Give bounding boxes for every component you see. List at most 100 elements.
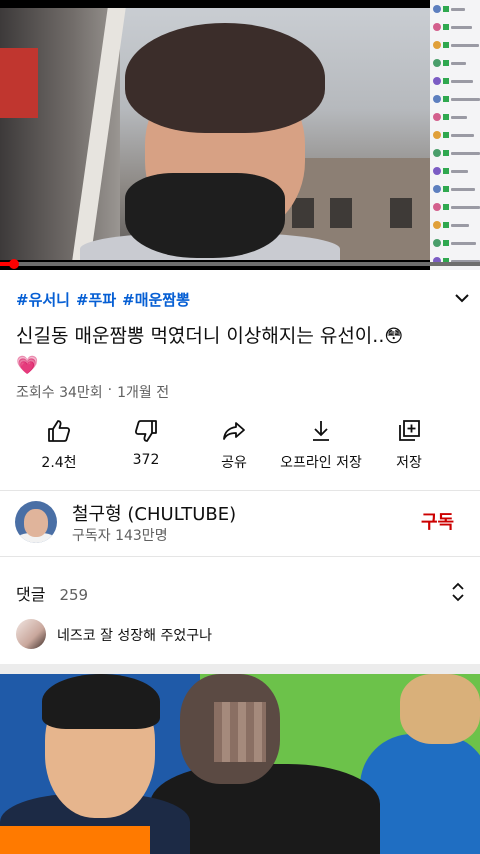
video-scene-window: [292, 198, 314, 228]
live-chat-overlay: [430, 0, 480, 270]
next-video-thumbnail[interactable]: [0, 674, 480, 854]
download-button[interactable]: 오프라인 저장: [273, 418, 369, 472]
chat-avatar: [433, 23, 441, 31]
chat-message: [430, 162, 480, 180]
flushed-face-emoji: 😳: [384, 326, 404, 347]
chat-badge: [443, 24, 449, 30]
chat-badge: [443, 132, 449, 138]
channel-avatar[interactable]: [15, 501, 57, 543]
thumbnail-person-head: [400, 674, 480, 744]
share-label: 공유: [221, 455, 247, 471]
save-playlist-icon: [399, 420, 420, 441]
chat-avatar: [433, 149, 441, 157]
chat-text: [451, 151, 480, 155]
video-scene-window: [330, 198, 352, 228]
unfold-icon[interactable]: [447, 581, 469, 603]
chat-message: [430, 72, 480, 90]
chat-avatar: [433, 239, 441, 247]
chat-message: [430, 90, 480, 108]
chat-text: [451, 61, 466, 65]
action-bar: 2.4천 372 공유 오프라인 저장 저장: [0, 418, 480, 478]
chat-text: [451, 187, 475, 191]
chat-message: [430, 0, 480, 18]
like-count: 2.4천: [41, 455, 77, 471]
video-title-text: 신길동 매운짬뽕 먹였더니 이상해지는 유선이..: [16, 325, 385, 347]
subscriber-count: 구독자 143만명: [72, 528, 168, 544]
progress-bar[interactable]: [0, 259, 480, 269]
divider: [0, 490, 480, 491]
comments-label: 댓글: [16, 585, 46, 604]
video-player[interactable]: [0, 0, 480, 270]
chat-text: [451, 223, 469, 227]
save-label: 저장: [396, 455, 422, 471]
chat-message: [430, 216, 480, 234]
chat-text: [451, 133, 474, 137]
chat-badge: [443, 150, 449, 156]
chat-avatar: [433, 203, 441, 211]
chat-text: [451, 241, 476, 245]
download-label: 오프라인 저장: [280, 455, 362, 471]
chat-avatar: [433, 5, 441, 13]
chat-text: [451, 169, 468, 173]
chat-badge: [443, 168, 449, 174]
chat-message: [430, 144, 480, 162]
chat-text: [451, 205, 480, 209]
view-count: 조회수 34만회: [16, 385, 103, 401]
chat-message: [430, 252, 480, 270]
chevron-down-icon: [455, 294, 469, 303]
download-icon: [313, 421, 329, 441]
thumbnail-caption-graphic: [0, 826, 150, 854]
chat-text: [451, 115, 467, 119]
chat-badge: [443, 6, 449, 12]
channel-name[interactable]: 철구형 (CHULTUBE): [72, 500, 236, 526]
chat-badge: [443, 60, 449, 66]
hashtag-link[interactable]: #매운짬뽕: [122, 289, 190, 310]
chat-badge: [443, 204, 449, 210]
chat-text: [451, 25, 472, 29]
video-scene-window: [390, 198, 412, 228]
chat-avatar: [433, 221, 441, 229]
commenter-avatar[interactable]: [16, 619, 46, 649]
progress-scrubber[interactable]: [9, 259, 20, 269]
chat-avatar: [433, 59, 441, 67]
chat-message: [430, 126, 480, 144]
thumbnail-blur-mosaic: [214, 702, 266, 762]
thumbnail-streamer-hair: [42, 674, 160, 729]
video-title: 신길동 매운짬뽕 먹였더니 이상해지는 유선이..😳 💗: [16, 322, 436, 380]
hashtag-link[interactable]: #유서니: [16, 289, 70, 310]
chat-text: [451, 43, 479, 47]
top-comment-text[interactable]: 네즈코 잘 성장해 주었구나: [57, 625, 212, 645]
chat-badge: [443, 240, 449, 246]
like-button[interactable]: 2.4천: [11, 418, 107, 472]
subscribe-button[interactable]: 구독: [421, 508, 454, 534]
thumb-down-icon: [134, 420, 157, 442]
divider: [0, 556, 480, 557]
thumb-up-icon: [48, 420, 71, 442]
chat-text: [451, 79, 473, 83]
chat-badge: [443, 42, 449, 48]
chat-avatar: [433, 167, 441, 175]
hashtag-link[interactable]: #푸파: [76, 289, 116, 310]
chat-badge: [443, 96, 449, 102]
chat-message: [430, 36, 480, 54]
dislike-button[interactable]: 372: [98, 418, 194, 468]
avatar-face: [24, 509, 48, 537]
pink-heart-emoji: 💗: [16, 355, 39, 376]
chat-message: [430, 198, 480, 216]
expand-description-button[interactable]: [450, 287, 474, 309]
video-scene-person-hat: [125, 23, 325, 133]
chat-text: [451, 97, 480, 101]
dislike-count: 372: [132, 452, 160, 468]
chat-avatar: [433, 185, 441, 193]
meta-separator: ·: [107, 382, 113, 398]
upload-age: 1개월 전: [117, 385, 170, 401]
comments-header[interactable]: 댓글 259: [16, 581, 88, 605]
section-separator: [0, 664, 480, 674]
video-scene-sign: [0, 48, 38, 118]
video-frame[interactable]: [0, 8, 430, 260]
hashtag-list: #유서니 #푸파 #매운짬뽕: [16, 289, 190, 310]
video-meta: 조회수 34만회 · 1개월 전: [16, 382, 169, 402]
share-button[interactable]: 공유: [186, 418, 282, 472]
chat-badge: [443, 78, 449, 84]
save-playlist-button[interactable]: 저장: [361, 418, 457, 472]
